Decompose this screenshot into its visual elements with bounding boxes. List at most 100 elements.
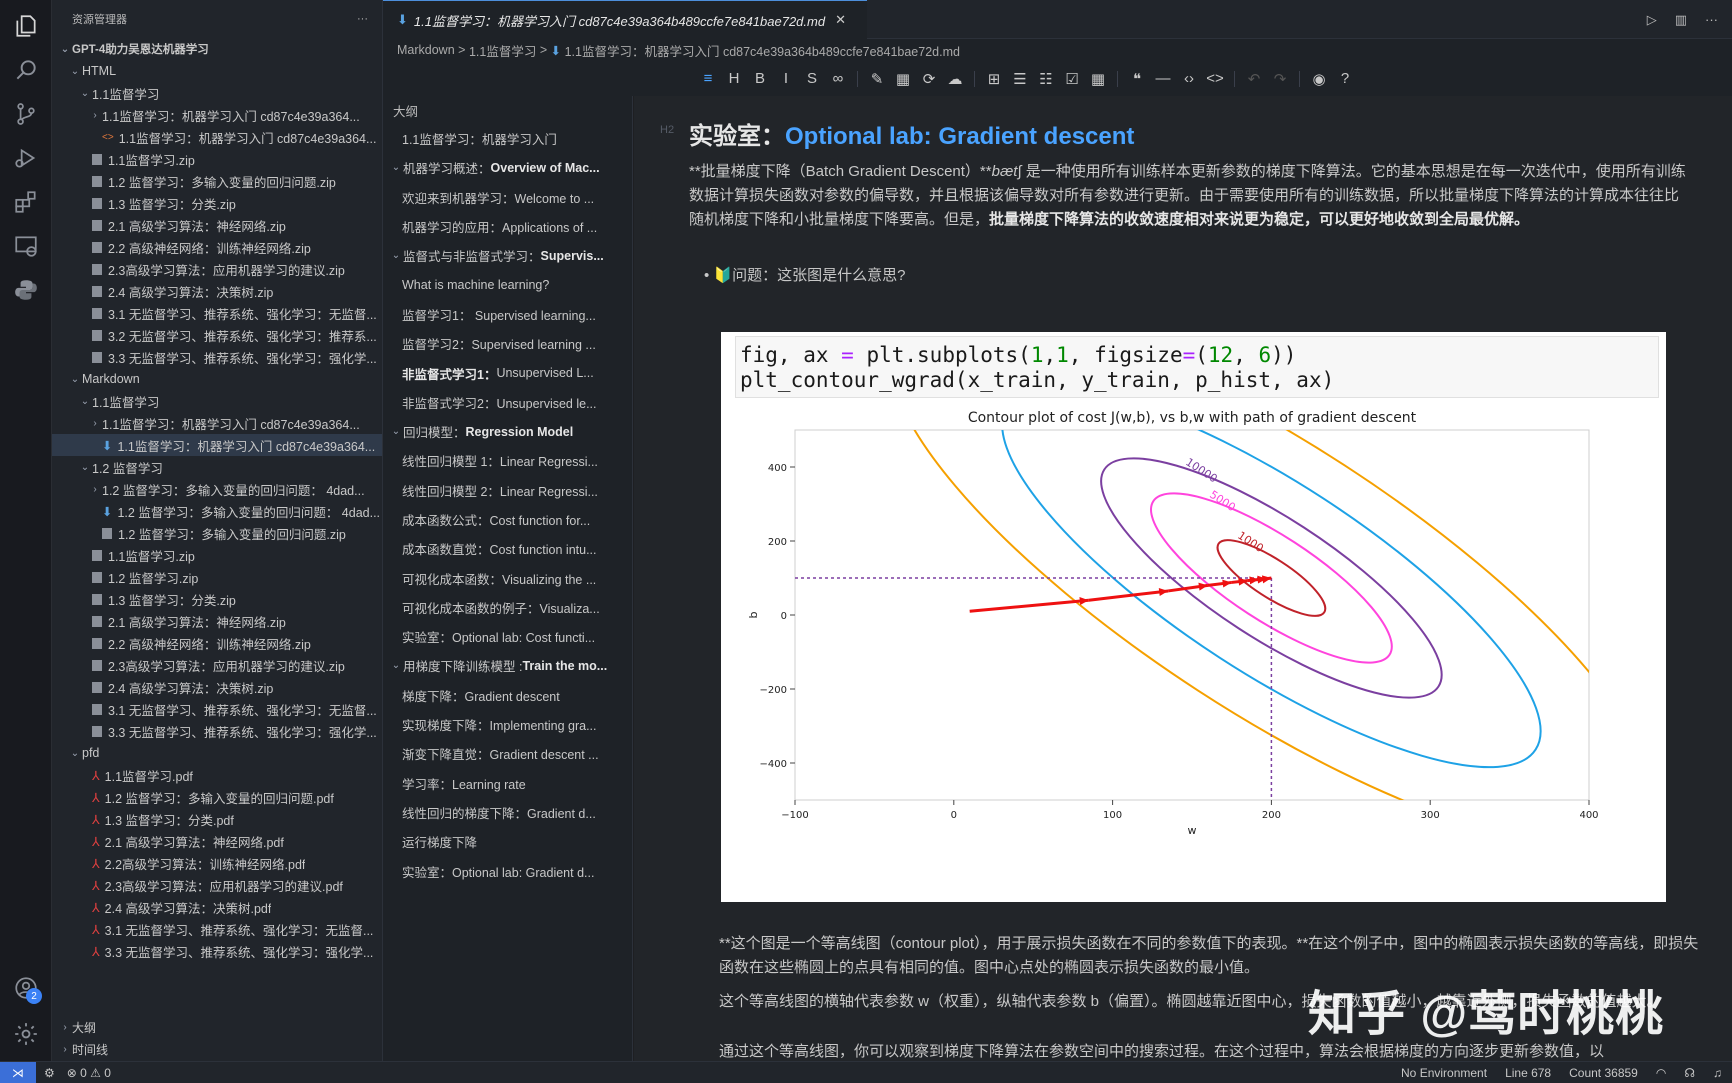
tree-file[interactable]: 3.2 无监督学习、推荐系统、强化学习：推荐系... (52, 324, 382, 346)
toolbar-button[interactable]: B (747, 70, 773, 87)
toolbar-button[interactable]: ❝ (1124, 70, 1150, 88)
environment-status[interactable]: No Environment (1401, 1066, 1487, 1080)
outline-item[interactable]: 非监督式学习2：Unsupervised le... (383, 388, 632, 417)
tree-file[interactable]: 2.1 高级学习算法：神经网络.zip (52, 214, 382, 236)
outline-item[interactable]: 线性回归模型 2：Linear Regressi... (383, 476, 632, 505)
sync-icon[interactable]: ◠ (1656, 1066, 1666, 1080)
toolbar-button[interactable]: ⟳ (916, 70, 942, 88)
tree-file[interactable]: 2.4 高级学习算法：决策树.zip (52, 280, 382, 302)
tree-file[interactable]: 2.4 高级学习算法：决策树.zip (52, 676, 382, 698)
tree-file[interactable]: 1.1监督学习.zip (52, 544, 382, 566)
tree-file[interactable]: ⬇ 1.1监督学习：机器学习入门 cd87c4e39a364... (52, 434, 382, 456)
tree-file[interactable]: ⅄ 2.3高级学习算法：应用机器学习的建议.pdf (52, 874, 382, 896)
toolbar-button[interactable]: ☁ (942, 70, 968, 88)
toolbar-button[interactable]: ▦ (1085, 70, 1111, 88)
tree-file[interactable]: ⅄ 2.1 高级学习算法：神经网络.pdf (52, 830, 382, 852)
account-icon[interactable]: 2 (0, 966, 52, 1010)
toolbar-button[interactable]: ✎ (864, 70, 890, 88)
toolbar-button[interactable]: <> (1202, 70, 1228, 87)
tree-file[interactable]: 1.2 监督学习.zip (52, 566, 382, 588)
tree-file[interactable]: 2.2 高级神经网络：训练神经网络.zip (52, 632, 382, 654)
outline-item[interactable]: 机器学习的应用：Applications of ... (383, 212, 632, 241)
tree-file[interactable]: ⅄ 2.2高级学习算法：训练神经网络.pdf (52, 852, 382, 874)
tree-file[interactable]: 2.3高级学习算法：应用机器学习的建议.zip (52, 654, 382, 676)
toolbar-button[interactable]: I (773, 70, 799, 87)
split-editor-icon[interactable]: ▥ (1675, 12, 1687, 28)
tree-file[interactable]: 3.3 无监督学习、推荐系统、强化学习：强化学... (52, 346, 382, 368)
toolbar-button[interactable]: ↷ (1267, 70, 1293, 88)
line-status[interactable]: Line 678 (1505, 1066, 1551, 1080)
tree-file[interactable]: ⬇ 1.2 监督学习：多输入变量的回归问题： 4dad... (52, 500, 382, 522)
run-icon[interactable]: ▷ (1647, 12, 1657, 28)
tree-folder[interactable]: › 1.2 监督学习：多输入变量的回归问题： 4dad... (52, 478, 382, 500)
problems-indicator[interactable]: ⊗ 0 ⚠ 0 (67, 1066, 111, 1080)
tree-folder[interactable]: ⌄ 1.1监督学习 (52, 82, 382, 104)
extensions-icon[interactable] (0, 180, 52, 224)
tree-file[interactable]: ⅄ 1.2 监督学习：多输入变量的回归问题.pdf (52, 786, 382, 808)
tree-folder[interactable]: ⌄ 1.2 监督学习 (52, 456, 382, 478)
tree-file[interactable]: ⅄ 2.4 高级学习算法：决策树.pdf (52, 896, 382, 918)
tree-file[interactable]: 1.2 监督学习：多输入变量的回归问题.zip (52, 170, 382, 192)
outline-item[interactable]: 实现梯度下降：Implementing gra... (383, 710, 632, 739)
gear-icon[interactable] (0, 1012, 52, 1056)
outline-item[interactable]: ⌄ 机器学习概述： Overview of Mac... (383, 153, 632, 182)
search-icon[interactable] (0, 48, 52, 92)
tree-file[interactable]: 2.3高级学习算法：应用机器学习的建议.zip (52, 258, 382, 280)
tree-file[interactable]: ⅄ 1.1监督学习.pdf (52, 764, 382, 786)
tree-file[interactable]: 1.3 监督学习：分类.zip (52, 588, 382, 610)
toolbar-button[interactable]: ? (1332, 70, 1358, 87)
toolbar-button[interactable]: ∞ (825, 70, 851, 87)
tree-file[interactable]: 3.1 无监督学习、推荐系统、强化学习：无监督... (52, 698, 382, 720)
tree-file[interactable]: ⅄ 1.3 监督学习：分类.pdf (52, 808, 382, 830)
remote-explorer-icon[interactable] (0, 224, 52, 268)
files-icon[interactable] (0, 4, 52, 48)
outline-item[interactable]: 1.1监督学习：机器学习入门 (383, 124, 632, 153)
run-debug-icon[interactable] (0, 136, 52, 180)
tree-folder[interactable]: › 1.1监督学习：机器学习入门 cd87c4e39a364... (52, 104, 382, 126)
toolbar-button[interactable]: ⊞ (981, 70, 1007, 88)
explorer-more-button[interactable]: ··· (357, 13, 368, 25)
tree-file[interactable]: 1.3 监督学习：分类.zip (52, 192, 382, 214)
tree-file[interactable]: 3.3 无监督学习、推荐系统、强化学习：强化学... (52, 720, 382, 742)
toolbar-button[interactable]: S (799, 70, 825, 87)
code-cell[interactable]: fig, ax = plt.subplots(1,1, figsize=(12,… (735, 336, 1659, 398)
outline-item[interactable]: 梯度下降：Gradient descent (383, 681, 632, 710)
outline-item[interactable]: 运行梯度下降 (383, 827, 632, 856)
outline-item[interactable]: 成本函数直觉：Cost function intu... (383, 534, 632, 563)
tree-folder[interactable]: ⌄ HTML (52, 60, 382, 82)
tree-folder[interactable]: ⌄ 1.1监督学习 (52, 390, 382, 412)
outline-item[interactable]: 学习率：Learning rate (383, 769, 632, 798)
outline-item[interactable]: What is machine learning? (383, 270, 632, 299)
close-icon[interactable]: ✕ (835, 12, 846, 28)
outline-item[interactable]: 非监督式学习1： Unsupervised L... (383, 358, 632, 387)
outline-item[interactable]: 实验室：Optional lab: Gradient d... (383, 856, 632, 885)
toolbar-button[interactable]: ☰ (1007, 70, 1033, 88)
outline-item[interactable]: 实验室：Optional lab: Cost functi... (383, 622, 632, 651)
tree-file[interactable]: 1.2 监督学习：多输入变量的回归问题.zip (52, 522, 382, 544)
outline-item[interactable]: 线性回归模型 1：Linear Regressi... (383, 446, 632, 475)
toolbar-button[interactable]: ≡ (695, 70, 721, 87)
outline-item[interactable]: ⌄ 监督式与非监督式学习： Supervis... (383, 241, 632, 270)
tree-file[interactable]: 2.2 高级神经网络：训练神经网络.zip (52, 236, 382, 258)
tree-file[interactable]: 2.1 高级学习算法：神经网络.zip (52, 610, 382, 632)
toolbar-button[interactable]: — (1150, 70, 1176, 87)
toolbar-button[interactable]: ◉ (1306, 70, 1332, 88)
toolbar-button[interactable]: H (721, 70, 747, 87)
outline-item[interactable]: 渐变下降直觉：Gradient descent ... (383, 739, 632, 768)
outline-item[interactable]: ⌄ 回归模型： Regression Model (383, 417, 632, 446)
workspace-root[interactable]: ⌄ GPT-4助力吴恩达机器学习 (52, 38, 382, 60)
toolbar-button[interactable]: ☷ (1033, 70, 1059, 88)
outline-item[interactable]: ⌄ 用梯度下降训练模型 : Train the mo... (383, 651, 632, 680)
outline-item[interactable]: 欢迎来到机器学习：Welcome to ... (383, 183, 632, 212)
tree-folder[interactable]: ⌄ Markdown (52, 368, 382, 390)
tree-file[interactable]: 1.1监督学习.zip (52, 148, 382, 170)
editor-tab[interactable]: ⬇ 1.1监督学习：机器学习入门 cd87c4e39a364b489ccfe7e… (383, 0, 867, 39)
breadcrumb-file[interactable]: 1.1监督学习：机器学习入门 cd87c4e39a364b489ccfe7e84… (565, 41, 960, 60)
outline-item[interactable]: 监督学习2：Supervised learning ... (383, 329, 632, 358)
bell-icon[interactable]: ♫ (1713, 1066, 1722, 1080)
tree-file[interactable]: ⅄ 3.3 无监督学习、推荐系统、强化学习：强化学... (52, 940, 382, 962)
toolbar-button[interactable]: ↶ (1241, 70, 1267, 88)
breadcrumb-item[interactable]: 1.1监督学习 (469, 41, 536, 60)
source-control-icon[interactable] (0, 92, 52, 136)
timeline-section-header[interactable]: › 时间线 (52, 1038, 382, 1060)
